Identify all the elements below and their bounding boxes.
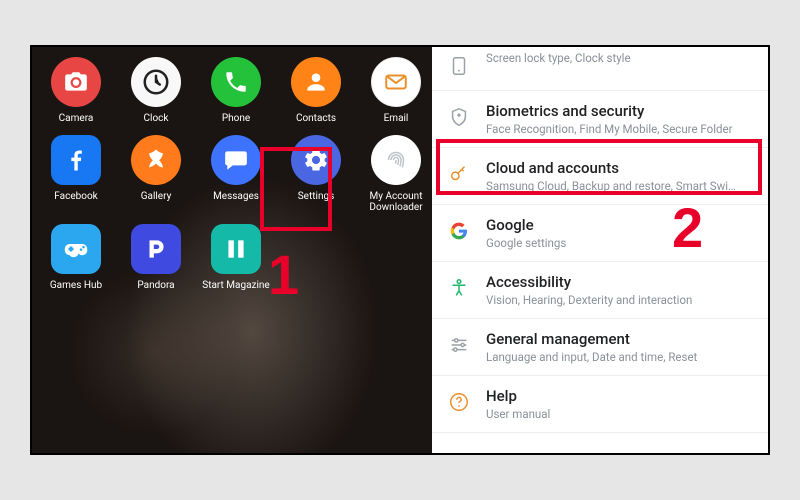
clock-icon [131, 57, 181, 107]
settings-row-title: Google [486, 216, 752, 234]
settings-row-lockscreen[interactable]: Screen lock type, Clock style [432, 47, 768, 91]
callout-step-1: 1 [268, 242, 299, 307]
app-label: Email [384, 113, 409, 125]
facebook-icon [51, 135, 101, 185]
app-grid: Camera Clock Phone Contacts [38, 57, 426, 291]
settings-row-sub: Language and input, Date and time, Reset [486, 350, 752, 364]
app-label: Phone [222, 113, 250, 125]
tutorial-image: Camera Clock Phone Contacts [30, 45, 770, 455]
settings-row-biometrics[interactable]: Biometrics and security Face Recognition… [432, 91, 768, 148]
app-start-magazine[interactable]: Start Magazine [198, 224, 274, 292]
app-myaccount-downloader[interactable]: My Account Downloader [358, 135, 434, 214]
app-settings[interactable]: Settings [278, 135, 354, 214]
gallery-icon [131, 135, 181, 185]
contacts-icon [291, 57, 341, 107]
phone-icon [211, 57, 261, 107]
settings-row-sub: Screen lock type, Clock style [486, 51, 752, 65]
help-icon [446, 389, 472, 415]
settings-list: Screen lock type, Clock style Biometrics… [432, 47, 768, 433]
settings-row-sub: User manual [486, 407, 752, 421]
start-magazine-icon [211, 224, 261, 274]
settings-row-title: General management [486, 330, 752, 348]
settings-row-help[interactable]: Help User manual [432, 376, 768, 433]
app-label: Start Magazine [202, 280, 269, 292]
phone-settings-screen: Screen lock type, Clock style Biometrics… [432, 47, 768, 453]
sliders-icon [446, 332, 472, 358]
settings-row-title: Help [486, 387, 752, 405]
app-gallery[interactable]: Gallery [118, 135, 194, 214]
settings-row-sub: Samsung Cloud, Backup and restore, Smart… [486, 179, 752, 193]
app-label: Settings [298, 191, 335, 203]
app-contacts[interactable]: Contacts [278, 57, 354, 125]
settings-row-title: Biometrics and security [486, 102, 752, 120]
app-games-hub[interactable]: Games Hub [38, 224, 114, 292]
messages-icon [211, 135, 261, 185]
settings-row-title: Cloud and accounts [486, 159, 752, 177]
lockscreen-icon [446, 53, 472, 79]
app-label: Games Hub [50, 280, 102, 292]
app-camera[interactable]: Camera [38, 57, 114, 125]
app-label: Pandora [137, 280, 174, 292]
phone-app-drawer: Camera Clock Phone Contacts [32, 47, 432, 453]
google-icon [446, 218, 472, 244]
key-icon [446, 161, 472, 187]
settings-row-google[interactable]: Google Google settings [432, 205, 768, 262]
settings-row-cloud-accounts[interactable]: Cloud and accounts Samsung Cloud, Backup… [432, 148, 768, 205]
settings-icon [291, 135, 341, 185]
app-pandora[interactable]: Pandora [118, 224, 194, 292]
app-clock[interactable]: Clock [118, 57, 194, 125]
app-email[interactable]: Email [358, 57, 434, 125]
app-label: Messages [213, 191, 259, 203]
app-messages[interactable]: Messages [198, 135, 274, 214]
app-label: Gallery [141, 191, 172, 203]
app-label: My Account Downloader [358, 191, 434, 214]
camera-icon [51, 57, 101, 107]
app-label: Contacts [296, 113, 336, 125]
settings-row-general[interactable]: General management Language and input, D… [432, 319, 768, 376]
pandora-icon [131, 224, 181, 274]
app-phone[interactable]: Phone [198, 57, 274, 125]
app-facebook[interactable]: Facebook [38, 135, 114, 214]
fingerprint-icon [371, 135, 421, 185]
callout-step-2: 2 [672, 195, 703, 260]
gamepad-icon [51, 224, 101, 274]
settings-row-sub: Google settings [486, 236, 752, 250]
app-label: Clock [144, 113, 169, 125]
settings-row-sub: Face Recognition, Find My Mobile, Secure… [486, 122, 752, 136]
settings-row-accessibility[interactable]: Accessibility Vision, Hearing, Dexterity… [432, 262, 768, 319]
app-label: Camera [59, 113, 94, 125]
shield-icon [446, 104, 472, 130]
app-label: Facebook [54, 191, 97, 203]
email-icon [371, 57, 421, 107]
settings-row-title: Accessibility [486, 273, 752, 291]
settings-row-sub: Vision, Hearing, Dexterity and interacti… [486, 293, 752, 307]
accessibility-icon [446, 275, 472, 301]
